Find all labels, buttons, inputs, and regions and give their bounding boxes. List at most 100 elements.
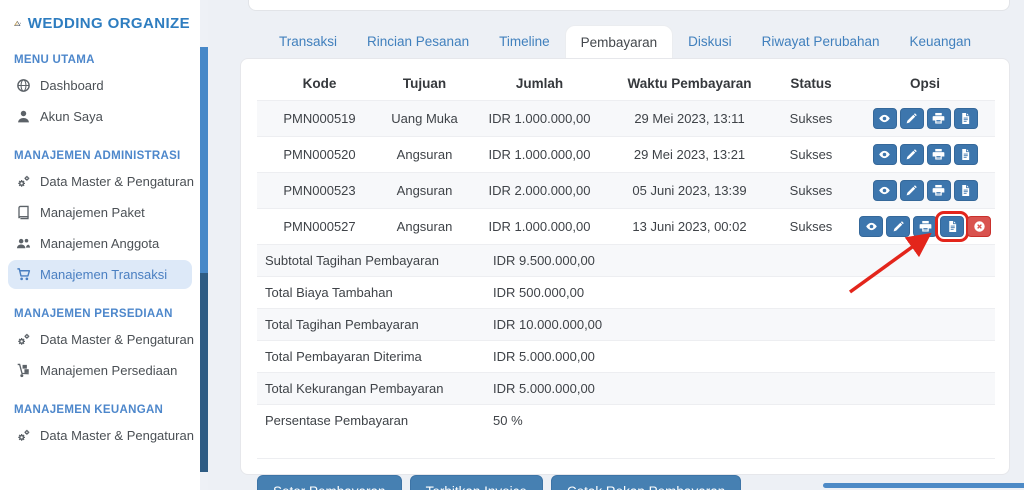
sidebar-item-label: Akun Saya	[40, 109, 103, 124]
cell-status: Sukses	[767, 172, 855, 209]
setor-pembayaran-button[interactable]: Setor Pembayaran	[257, 475, 402, 490]
gears-icon	[17, 175, 31, 188]
cell-kode: PMN000523	[257, 172, 382, 209]
payments-panel: Kode Tujuan Jumlah Waktu Pembayaran Stat…	[240, 58, 1010, 490]
tab-diskusi[interactable]: Diskusi	[673, 25, 747, 59]
eye-icon	[879, 114, 890, 123]
sidebar-scrollbar-thumb-dark[interactable]	[200, 273, 208, 472]
tab-transaksi[interactable]: Transaksi	[264, 25, 352, 59]
tab-riwayat-perubahan[interactable]: Riwayat Perubahan	[747, 25, 895, 59]
sidebar-item-label: Data Master & Pengaturan	[40, 428, 194, 443]
view-button[interactable]	[872, 144, 897, 165]
summary-value: 50 %	[493, 413, 523, 428]
file-icon	[948, 220, 957, 233]
eye-icon	[865, 222, 877, 231]
sidebar-item-dashboard[interactable]: Dashboard	[8, 71, 192, 100]
file-icon	[961, 184, 970, 197]
view-button[interactable]	[872, 180, 897, 201]
tab-timeline[interactable]: Timeline	[484, 25, 565, 59]
summary-label: Total Biaya Tambahan	[265, 285, 393, 300]
summary-row: Total Kekurangan Pembayaran IDR 5.000.00…	[257, 372, 995, 404]
horizontal-scrollbar[interactable]	[823, 483, 1024, 488]
cell-jumlah: IDR 2.000.000,00	[467, 172, 612, 209]
pencil-icon	[906, 185, 917, 196]
sidebar-item-label: Manajemen Persediaan	[40, 363, 178, 378]
dolly-icon	[17, 363, 30, 378]
invoice-button[interactable]	[953, 108, 978, 129]
summary-label: Total Tagihan Pembayaran	[265, 317, 419, 332]
sidebar-item-manajemen-transaksi[interactable]: Manajemen Transaksi	[8, 260, 192, 289]
file-icon	[961, 148, 970, 161]
cell-kode: PMN000519	[257, 100, 382, 137]
summary-row: Total Tagihan Pembayaran IDR 10.000.000,…	[257, 308, 995, 340]
view-button[interactable]	[872, 108, 897, 129]
summary-row: Subtotal Tagihan Pembayaran IDR 9.500.00…	[257, 244, 995, 276]
sidebar-scrollbar[interactable]	[200, 0, 208, 490]
cancel-button[interactable]	[967, 216, 991, 237]
cell-jumlah: IDR 1.000.000,00	[467, 208, 612, 244]
sidebar-item-data-master-keuangan[interactable]: Data Master & Pengaturan	[8, 421, 194, 450]
invoice-button[interactable]	[953, 180, 978, 201]
book-icon	[18, 205, 29, 220]
sidebar-item-label: Manajemen Anggota	[40, 236, 160, 251]
summary-value: IDR 5.000.000,00	[493, 349, 595, 364]
print-button[interactable]	[926, 144, 951, 165]
invoice-button[interactable]	[953, 144, 978, 165]
pencil-icon	[893, 221, 904, 232]
sidebar-scrollbar-thumb-light[interactable]	[200, 47, 208, 273]
summary-row: Total Biaya Tambahan IDR 500.000,00	[257, 276, 995, 308]
invoice-button-highlighted[interactable]	[935, 211, 969, 242]
gears-icon	[17, 429, 31, 442]
sidebar-section-title: MANAJEMEN KEUANGAN	[14, 404, 164, 416]
sidebar-item-akun-saya[interactable]: Akun Saya	[8, 102, 192, 131]
pencil-icon	[906, 113, 917, 124]
summary-row: Persentase Pembayaran 50 %	[257, 404, 995, 436]
summary-value: IDR 9.500.000,00	[493, 253, 595, 268]
view-button[interactable]	[859, 216, 883, 237]
row-actions	[859, 144, 991, 165]
cell-waktu: 05 Juni 2023, 13:39	[612, 172, 767, 209]
globe-icon	[17, 79, 30, 92]
tab-keuangan[interactable]: Keuangan	[895, 25, 987, 59]
edit-button[interactable]	[899, 108, 924, 129]
summary-label: Persentase Pembayaran	[265, 413, 409, 428]
table-row: PMN000520 Angsuran IDR 1.000.000,00 29 M…	[257, 136, 995, 173]
sidebar-item-label: Data Master & Pengaturan	[40, 174, 194, 189]
printer-icon	[932, 148, 945, 160]
tab-pembayaran[interactable]: Pembayaran	[564, 25, 674, 59]
edit-button[interactable]	[886, 216, 910, 237]
table-row: PMN000523 Angsuran IDR 2.000.000,00 05 J…	[257, 172, 995, 209]
table-row: PMN000519 Uang Muka IDR 1.000.000,00 29 …	[257, 100, 995, 137]
edit-button[interactable]	[899, 180, 924, 201]
sidebar-item-data-master-persediaan[interactable]: Data Master & Pengaturan	[8, 325, 194, 354]
pencil-icon	[906, 149, 917, 160]
app-logo[interactable]: WEDDING ORGANIZE	[14, 12, 190, 35]
tab-bar: Transaksi Rincian Pesanan Timeline Pemba…	[264, 25, 986, 59]
row-actions	[859, 211, 991, 242]
file-icon	[961, 112, 970, 125]
users-icon	[16, 238, 31, 249]
brand-name: WEDDING ORGANIZE	[27, 15, 190, 32]
table-row: PMN000527 Angsuran IDR 1.000.000,00 13 J…	[257, 208, 995, 244]
sidebar-item-manajemen-persediaan[interactable]: Manajemen Persediaan	[8, 356, 192, 385]
print-button[interactable]	[926, 180, 951, 201]
cell-waktu: 13 Juni 2023, 00:02	[612, 208, 767, 244]
print-button[interactable]	[926, 108, 951, 129]
brand-logo-icon	[14, 20, 21, 26]
sidebar-item-manajemen-paket[interactable]: Manajemen Paket	[8, 198, 192, 227]
print-button[interactable]	[913, 216, 937, 237]
edit-button[interactable]	[899, 144, 924, 165]
sidebar-item-manajemen-anggota[interactable]: Manajemen Anggota	[8, 229, 192, 258]
terbitkan-invoice-button[interactable]: Terbitkan Invoice	[409, 475, 543, 490]
printer-icon	[932, 184, 945, 196]
cell-tujuan: Uang Muka	[382, 100, 467, 137]
times-circle-icon	[973, 220, 985, 233]
cetak-rekap-pembayaran-button[interactable]: Cetak Rekap Pembayaran	[550, 475, 742, 490]
row-actions	[859, 108, 991, 129]
cell-waktu: 29 Mei 2023, 13:21	[612, 136, 767, 173]
sidebar-section-title: MANAJEMEN ADMINISTRASI	[14, 150, 181, 162]
payment-summary: Subtotal Tagihan Pembayaran IDR 9.500.00…	[257, 244, 995, 436]
page: WEDDING ORGANIZE MENU UTAMA Dashboard Ak…	[0, 0, 1024, 490]
sidebar-item-data-master-administrasi[interactable]: Data Master & Pengaturan	[8, 167, 194, 196]
tab-rincian-pesanan[interactable]: Rincian Pesanan	[352, 25, 484, 59]
